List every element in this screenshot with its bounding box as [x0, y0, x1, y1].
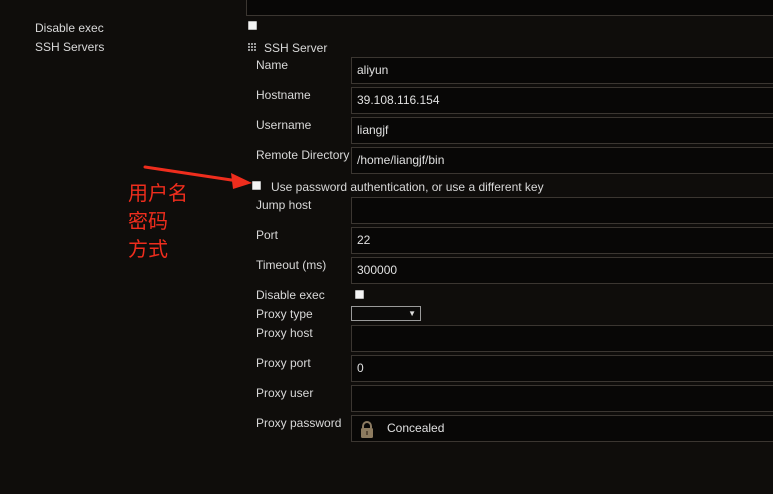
proxy-type-label: Proxy type [256, 307, 313, 321]
ssh-server-section-title: SSH Server [264, 41, 328, 55]
proxy-type-select[interactable]: ▼ [351, 306, 421, 321]
proxy-host-label: Proxy host [256, 326, 313, 340]
name-input[interactable]: aliyun [351, 57, 773, 84]
remote-directory-label: Remote Directory [256, 148, 350, 162]
disable-exec-checkbox[interactable] [355, 290, 364, 299]
lock-icon [359, 420, 375, 439]
ssh-server-section: SSH Server [248, 40, 768, 56]
grip-icon[interactable] [248, 42, 257, 52]
timeout-input[interactable]: 300000 [351, 257, 773, 284]
proxy-password-label: Proxy password [256, 416, 342, 430]
timeout-label: Timeout (ms) [256, 258, 327, 272]
disable-exec-label: Disable exec [35, 21, 104, 35]
hostname-input[interactable]: 39.108.116.154 [351, 87, 773, 114]
proxy-user-label: Proxy user [256, 386, 314, 400]
proxy-password-field[interactable]: Concealed [351, 415, 773, 442]
chevron-down-icon: ▼ [408, 309, 416, 318]
jump-host-label: Jump host [256, 198, 312, 212]
ssh-servers-label: SSH Servers [35, 40, 105, 54]
proxy-port-label: Proxy port [256, 356, 311, 370]
name-label: Name [256, 58, 289, 72]
use-password-auth-label: Use password authentication, or use a di… [271, 180, 544, 194]
username-label: Username [256, 118, 312, 132]
annotation-line-2: 密码 [128, 209, 168, 233]
port-input[interactable]: 22 [351, 227, 773, 254]
disable-exec-label: Disable exec [256, 288, 325, 302]
port-label: Port [256, 228, 279, 242]
proxy-host-input[interactable] [351, 325, 773, 352]
annotation-line-1: 用户名 [128, 181, 188, 205]
annotation-line-3: 方式 [128, 237, 168, 261]
proxy-user-input[interactable] [351, 385, 773, 412]
proxy-port-input[interactable]: 0 [351, 355, 773, 382]
remote-directory-input[interactable]: /home/liangjf/bin [351, 147, 773, 174]
top-cut-input[interactable] [246, 0, 773, 16]
disable-exec-checkbox[interactable] [248, 21, 257, 30]
hostname-label: Hostname [256, 88, 311, 102]
proxy-password-value: Concealed [387, 421, 445, 435]
jump-host-input[interactable] [351, 197, 773, 224]
username-input[interactable]: liangjf [351, 117, 773, 144]
